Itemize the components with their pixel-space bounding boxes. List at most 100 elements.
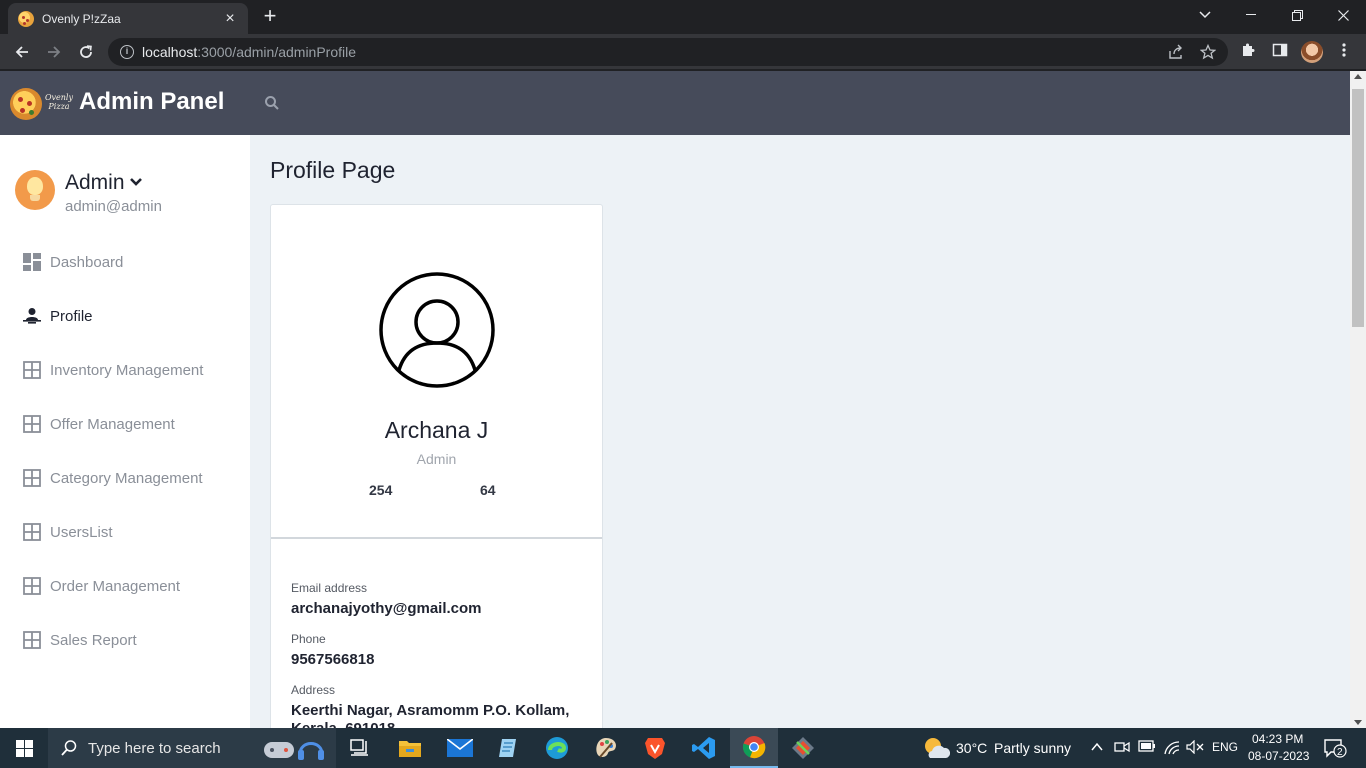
profile-name: Archana J <box>384 417 489 443</box>
task-view-icon[interactable] <box>336 728 384 768</box>
grid-icon <box>23 577 41 595</box>
minimize-button[interactable] <box>1228 0 1274 30</box>
battery-icon[interactable] <box>1138 740 1156 756</box>
sidebar-item-order-management[interactable]: Order Management <box>0 566 250 606</box>
chevron-down-icon[interactable] <box>129 175 143 189</box>
sidebar-item-label: Category Management <box>50 469 203 487</box>
top-header: Ovenly Pizza Admin Panel <box>0 71 1350 135</box>
profile-stat-1: 254 <box>369 482 393 498</box>
grid-icon <box>23 361 41 379</box>
scroll-down-arrow-icon[interactable] <box>1354 720 1362 725</box>
taskbar-search-box[interactable]: Type here to search <box>48 728 336 768</box>
side-panel-icon[interactable] <box>1270 42 1290 62</box>
notepad-icon[interactable] <box>484 728 532 768</box>
reload-icon[interactable] <box>74 40 98 64</box>
sidebar-item-label: Dashboard <box>50 253 124 271</box>
sidebar-item-profile[interactable]: Profile <box>0 296 250 336</box>
scroll-thumb[interactable] <box>1352 89 1364 327</box>
search-icon <box>61 740 77 756</box>
url-host: localhost <box>142 44 198 60</box>
windows-start-icon[interactable] <box>16 740 33 757</box>
site-info-icon[interactable]: i <box>120 45 134 59</box>
git-gui-icon[interactable] <box>779 728 827 768</box>
share-icon[interactable] <box>1168 44 1184 60</box>
back-arrow-icon[interactable] <box>10 40 34 64</box>
search-icon[interactable] <box>264 95 280 111</box>
restore-button[interactable] <box>1274 0 1320 30</box>
grid-icon <box>23 469 41 487</box>
profile-stat-2: 64 <box>480 482 496 498</box>
weather-condition[interactable]: Partly sunny <box>994 740 1071 756</box>
chrome-profile-avatar[interactable] <box>1301 41 1323 63</box>
email-value: archanajyothy@gmail.com <box>291 600 482 617</box>
vscode-icon[interactable] <box>680 728 728 768</box>
sidebar-item-sales-report[interactable]: Sales Report <box>0 620 250 660</box>
tray-chevron-up-icon[interactable] <box>1090 740 1104 758</box>
new-tab-button[interactable]: + <box>258 5 282 29</box>
extensions-puzzle-icon[interactable] <box>1238 42 1258 62</box>
dashboard-icon <box>23 253 41 271</box>
sidebar-item-label: UsersList <box>50 523 113 541</box>
browser-tab[interactable]: Ovenly P!zZaa × <box>8 3 248 34</box>
user-avatar[interactable] <box>15 170 55 210</box>
user-email: admin@admin <box>65 198 162 215</box>
chrome-taskbar-icon[interactable] <box>730 728 778 768</box>
sidebar-item-userslist[interactable]: UsersList <box>0 512 250 552</box>
sidebar-item-inventory-management[interactable]: Inventory Management <box>0 350 250 390</box>
address-bar[interactable]: i localhost:3000/admin/adminProfile <box>108 38 1228 66</box>
card-divider <box>271 537 602 539</box>
file-explorer-icon[interactable] <box>386 728 434 768</box>
grid-icon <box>23 523 41 541</box>
sidebar-item-label: Inventory Management <box>50 361 204 379</box>
url-path: :3000/admin/adminProfile <box>197 44 357 60</box>
clock-time[interactable]: 04:23 PM <box>1252 732 1303 746</box>
close-tab-icon[interactable]: × <box>222 10 238 28</box>
clock-date[interactable]: 08-07-2023 <box>1248 749 1309 763</box>
edge-browser-icon[interactable] <box>533 728 581 768</box>
wifi-icon[interactable] <box>1163 740 1181 760</box>
admin-app: Ovenly Pizza Admin Panel Admin admin@adm… <box>0 71 1350 728</box>
sidebar: Admin admin@admin Dashboard Profile Inve… <box>0 135 250 728</box>
admin-panel-title: Admin Panel <box>79 88 225 115</box>
pizza-favicon-icon <box>18 10 34 27</box>
logo-text-line1: Ovenly <box>44 93 74 102</box>
sidebar-item-category-management[interactable]: Category Management <box>0 458 250 498</box>
brave-browser-icon[interactable] <box>631 728 679 768</box>
browser-tab-strip: Ovenly P!zZaa × + <box>0 0 1366 34</box>
phone-label: Phone <box>291 632 326 646</box>
profile-icon <box>23 308 41 324</box>
logo-text: Ovenly Pizza <box>44 93 74 111</box>
logo-text-line2: Pizza <box>48 102 70 111</box>
close-window-button[interactable] <box>1320 0 1366 30</box>
browser-toolbar: i localhost:3000/admin/adminProfile <box>0 34 1366 70</box>
bookmark-star-icon[interactable] <box>1199 43 1217 60</box>
language-indicator[interactable]: ENG <box>1212 740 1238 754</box>
profile-card: Archana J Admin 254 64 Email address arc… <box>270 204 603 728</box>
user-circle-icon <box>379 272 495 388</box>
windows-taskbar: Type here to search 30°C Partly sunny EN… <box>0 728 1366 768</box>
forward-arrow-icon[interactable] <box>42 40 66 64</box>
sidebar-item-label: Order Management <box>50 577 181 595</box>
chrome-menu-icon[interactable] <box>1334 42 1354 62</box>
notification-count: 2 <box>1337 747 1343 758</box>
notification-center-icon[interactable]: 2 <box>1323 738 1347 762</box>
email-label: Email address <box>291 581 368 595</box>
page-title: Profile Page <box>270 157 396 183</box>
paint-icon[interactable] <box>582 728 630 768</box>
meet-now-icon[interactable] <box>1114 740 1130 758</box>
weather-temperature[interactable]: 30°C <box>956 740 987 756</box>
user-name[interactable]: Admin <box>65 171 125 195</box>
scroll-up-arrow-icon[interactable] <box>1354 74 1362 79</box>
tab-search-chevron-icon[interactable] <box>1182 0 1228 30</box>
sidebar-item-dashboard[interactable]: Dashboard <box>0 242 250 282</box>
pizza-logo-icon[interactable] <box>10 88 42 120</box>
speaker-muted-icon[interactable] <box>1186 739 1204 758</box>
address-value: Keerthi Nagar, Asramomm P.O. Kollam, Ker… <box>291 702 570 728</box>
mail-icon[interactable] <box>436 728 484 768</box>
sidebar-item-offer-management[interactable]: Offer Management <box>0 404 250 444</box>
grid-icon <box>23 415 41 433</box>
weather-partly-sunny-icon[interactable] <box>922 736 950 760</box>
profile-role: Admin <box>416 451 457 467</box>
phone-value: 9567566818 <box>291 651 375 668</box>
page-scrollbar[interactable] <box>1350 71 1366 728</box>
